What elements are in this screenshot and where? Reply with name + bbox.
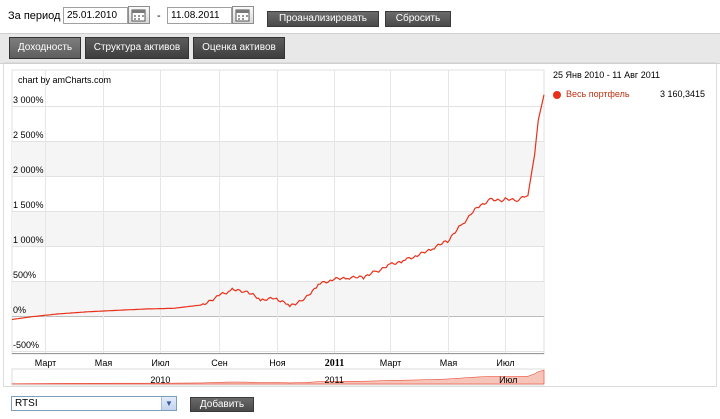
chart-credit[interactable]: chart by amCharts.com bbox=[18, 75, 111, 85]
y-tick-label: 0% bbox=[13, 305, 26, 315]
scrollbar-label: 2011 bbox=[325, 375, 344, 385]
legend-series-value: 3 160,3415 bbox=[660, 89, 706, 99]
legend-marker bbox=[553, 91, 561, 99]
y-tick-label: 2 000% bbox=[13, 165, 44, 175]
x-tick-label: 2011 bbox=[325, 358, 344, 369]
x-tick-label: Сен bbox=[211, 358, 228, 368]
x-tick-label: Мая bbox=[440, 358, 458, 368]
y-tick-label: 2 500% bbox=[13, 130, 44, 140]
x-tick-label: Июл bbox=[151, 358, 169, 368]
y-tick-label: 500% bbox=[13, 270, 36, 280]
legend-date-range: 25 Янв 2010 - 11 Авг 2011 bbox=[553, 70, 661, 80]
compare-index-select[interactable]: RTSI ▼ bbox=[11, 396, 177, 411]
x-tick-label: Март bbox=[380, 358, 402, 368]
returns-chart: 3 000% 2 500% 2 000% 1 500% 1 000% 500% 0% -500… bbox=[11, 69, 545, 386]
y-tick-label: 1 500% bbox=[13, 200, 44, 210]
y-tick-label: 3 000% bbox=[13, 95, 44, 105]
legend-series-name[interactable]: Весь портфель bbox=[566, 89, 630, 99]
x-tick-label: Мая bbox=[95, 358, 113, 368]
x-axis-labels: Март Мая Июл Сен Ноя 2011 Март Мая Июл bbox=[35, 358, 515, 369]
compare-index-value: RTSI bbox=[15, 398, 38, 409]
scrollbar-label: 2010 bbox=[150, 375, 170, 385]
x-tick-label: Март bbox=[35, 358, 57, 368]
y-tick-label: -500% bbox=[13, 340, 39, 350]
scrollbar-label: Июл bbox=[499, 375, 517, 385]
chevron-down-icon[interactable]: ▼ bbox=[161, 397, 176, 410]
y-tick-label: 1 000% bbox=[13, 235, 44, 245]
x-tick-label: Ноя bbox=[269, 358, 286, 368]
add-index-button[interactable]: Добавить bbox=[190, 397, 254, 412]
x-tick-label: Июл bbox=[496, 358, 514, 368]
